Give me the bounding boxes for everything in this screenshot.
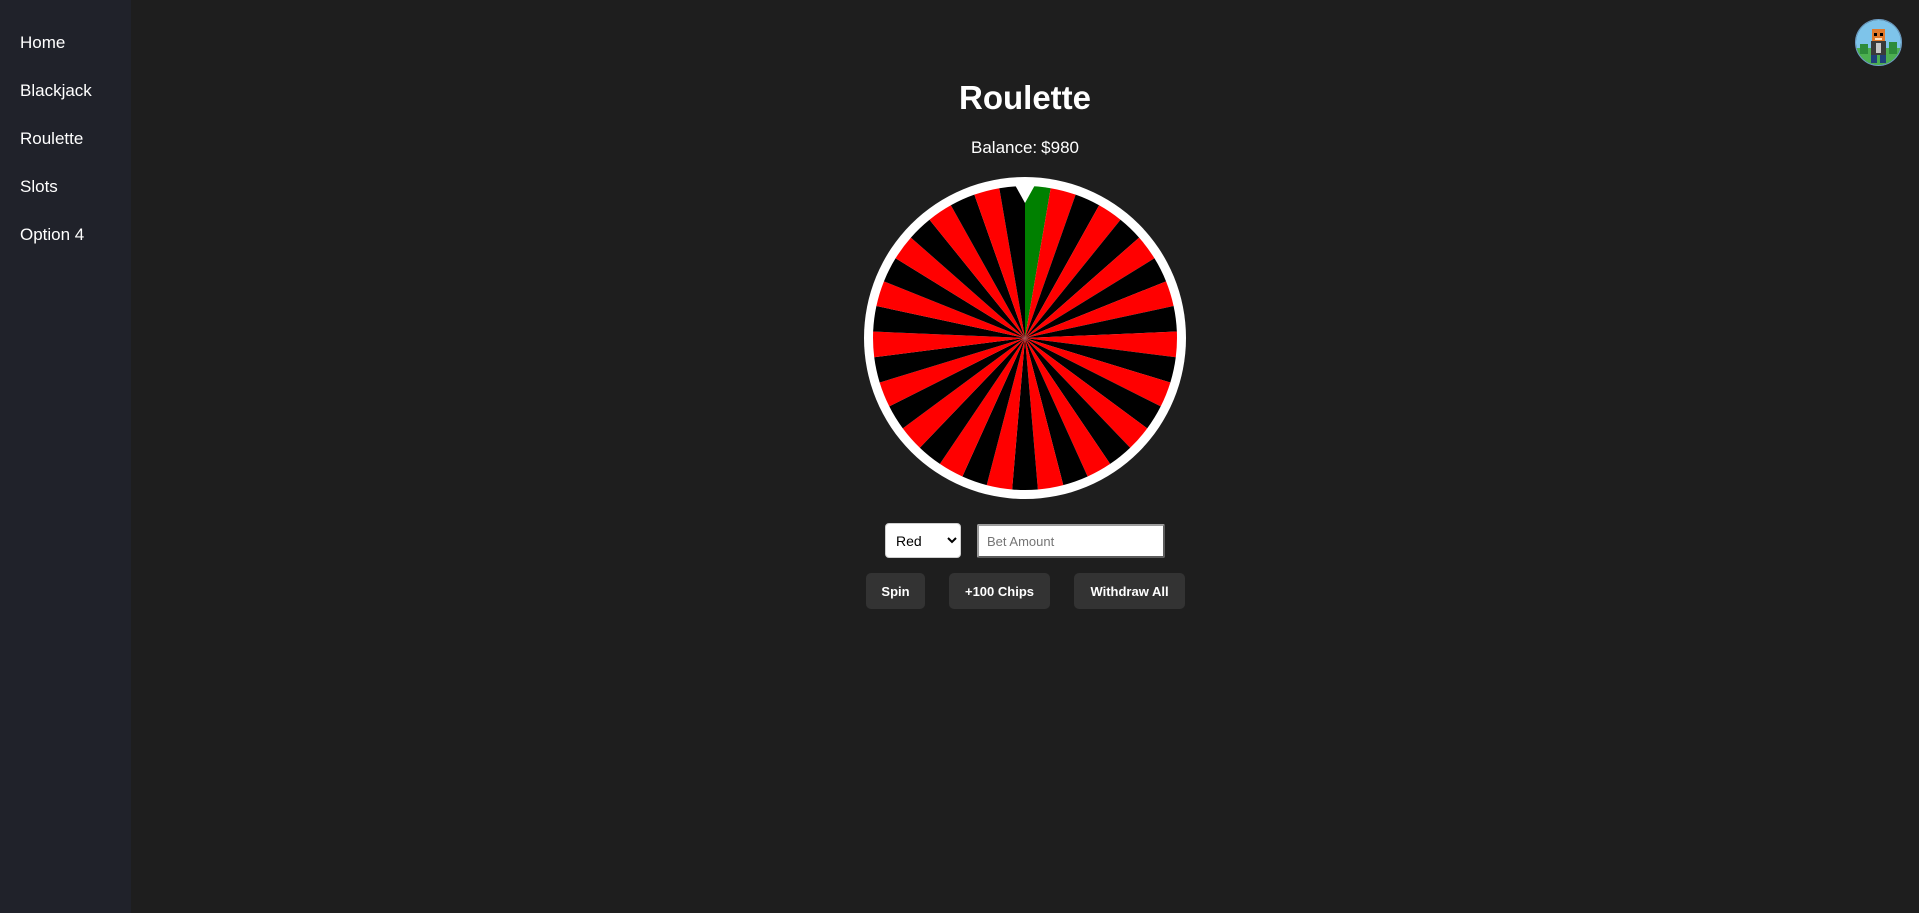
sidebar: Home Blackjack Roulette Slots Option 4 [0,0,131,913]
bet-amount-input[interactable] [977,524,1165,558]
roulette-wheel [864,177,1186,499]
add-chips-button[interactable]: +100 Chips [949,573,1050,609]
withdraw-all-button[interactable]: Withdraw All [1074,573,1185,609]
roulette-wheel-graphic [864,177,1186,499]
balance-display: Balance: $980 [131,138,1919,158]
main-content: Roulette Balance:$980 Red Spin +100 Chip… [131,0,1919,913]
sidebar-item-home[interactable]: Home [0,30,131,78]
sidebar-item-option-4[interactable]: Option 4 [0,222,131,270]
sidebar-item-blackjack[interactable]: Blackjack [0,78,131,126]
sidebar-item-slots[interactable]: Slots [0,174,131,222]
balance-value: $980 [1041,138,1079,157]
page-title: Roulette [959,79,1091,116]
balance-label: Balance: [971,138,1038,157]
bet-color-select[interactable]: Red [885,523,961,558]
wheel-pockets [873,186,1177,490]
sidebar-item-roulette[interactable]: Roulette [0,126,131,174]
sidebar-nav-list: Home Blackjack Roulette Slots Option 4 [0,0,131,270]
spin-button[interactable]: Spin [866,573,925,609]
